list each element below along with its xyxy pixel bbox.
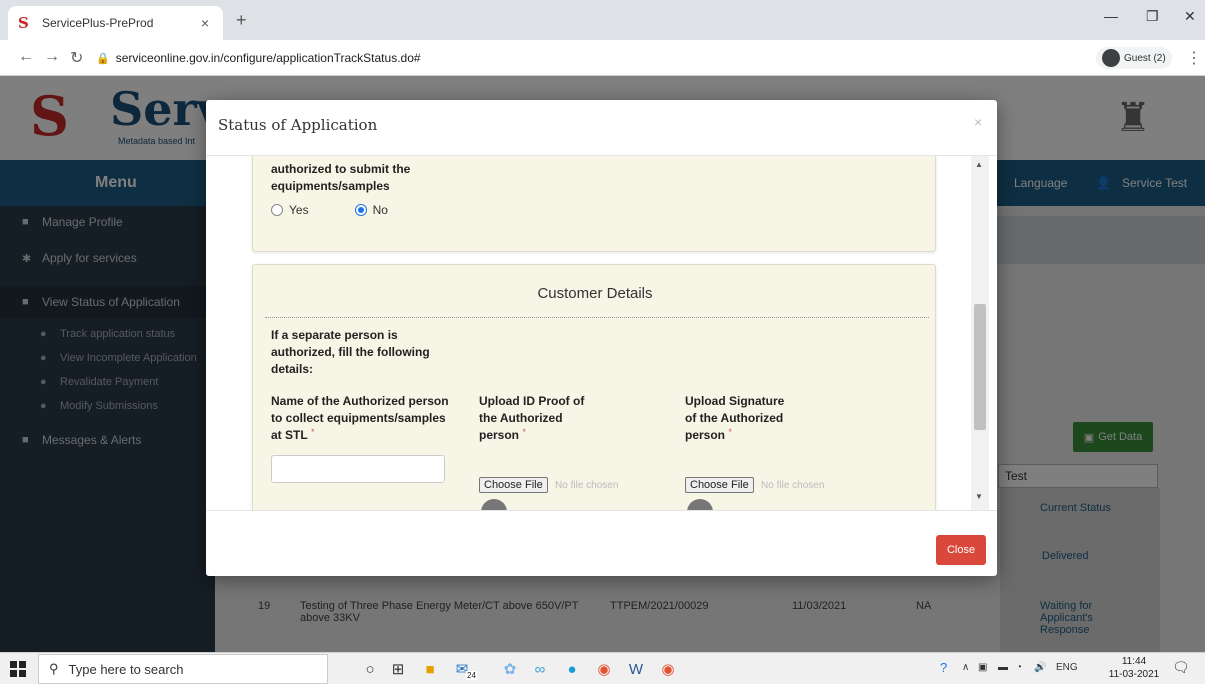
- help-icon[interactable]: ?: [940, 660, 947, 675]
- scroll-up-icon[interactable]: ▲: [975, 160, 983, 169]
- radio-yes[interactable]: [271, 204, 283, 216]
- chrome-icon[interactable]: ◉: [594, 659, 614, 679]
- lock-icon: 🔒: [96, 52, 110, 65]
- id-proof-upload: Choose File No file chosen: [479, 477, 618, 493]
- customer-details-title: Customer Details: [537, 285, 653, 302]
- mail-badge: 24: [466, 671, 477, 680]
- link-icon[interactable]: ∞: [530, 659, 550, 679]
- clock-time: 11:44: [1121, 656, 1147, 667]
- signature-label: Upload Signature of the Authorized perso…: [685, 394, 785, 442]
- language-indicator[interactable]: ENG: [1056, 662, 1078, 673]
- new-tab-button[interactable]: +: [236, 10, 247, 31]
- taskbar-search[interactable]: ⚲ Type here to search: [38, 654, 328, 684]
- scroll-thumb[interactable]: [974, 304, 986, 430]
- required-mark: *: [311, 427, 315, 437]
- cortana-icon[interactable]: ○: [360, 659, 380, 679]
- browser-tab[interactable]: S ServicePlus-PreProd ×: [8, 6, 223, 40]
- authorization-card: authorized to submit the equipments/samp…: [252, 156, 936, 252]
- customer-details-card: Customer Details If a separate person is…: [252, 264, 936, 510]
- word-icon[interactable]: W: [626, 659, 646, 679]
- forward-icon[interactable]: →: [44, 48, 60, 66]
- id-proof-preview-icon: [481, 499, 507, 510]
- required-mark: *: [728, 427, 732, 437]
- chrome-active-icon[interactable]: ◉: [658, 659, 678, 679]
- guest-label: Guest (2): [1124, 52, 1166, 64]
- signature-preview-icon: [687, 499, 713, 510]
- page-background: S Serv Metadata based Int ♜ Menu Languag…: [0, 76, 1205, 652]
- radio-yes-label: Yes: [289, 203, 309, 217]
- clock[interactable]: 11:44 11-03-2021: [1108, 655, 1160, 681]
- monitor-icon[interactable]: ▣: [978, 662, 987, 673]
- radio-no[interactable]: [354, 204, 367, 216]
- required-mark: *: [522, 427, 526, 437]
- signature-no-file: No file chosen: [761, 480, 825, 491]
- windows-start-icon[interactable]: [10, 661, 26, 677]
- wifi-icon[interactable]: ◔: [1016, 662, 1022, 673]
- modal-scrollbar[interactable]: ▲ ▼: [971, 156, 989, 510]
- authorized-name-input[interactable]: [271, 455, 445, 483]
- intro-text: If a separate person is authorized, fill…: [271, 328, 430, 376]
- store-icon[interactable]: ✿: [500, 659, 520, 679]
- modal-header: Status of Application ×: [206, 100, 997, 156]
- maximize-icon[interactable]: ❐: [1146, 8, 1159, 25]
- search-placeholder: Type here to search: [68, 661, 184, 677]
- reload-icon[interactable]: ↻: [70, 48, 83, 68]
- id-proof-label: Upload ID Proof of the Authorized person…: [479, 394, 585, 442]
- edge-icon[interactable]: ●: [562, 659, 582, 679]
- tab-title: ServicePlus-PreProd: [42, 16, 154, 30]
- url-field[interactable]: 🔒 serviceonline.gov.in/configure/applica…: [96, 45, 1086, 71]
- guest-avatar-icon: [1102, 49, 1120, 67]
- volume-icon[interactable]: 🔊: [1034, 662, 1046, 673]
- show-hidden-icons[interactable]: ∧: [962, 662, 969, 673]
- guest-profile-button[interactable]: Guest (2): [1096, 47, 1172, 69]
- scroll-down-icon[interactable]: ▼: [975, 492, 983, 501]
- more-menu-icon[interactable]: ⋮: [1186, 48, 1202, 68]
- serviceplus-favicon-icon: S: [18, 14, 29, 32]
- minimize-icon[interactable]: —: [1104, 8, 1118, 24]
- tab-close-icon[interactable]: ×: [197, 15, 213, 31]
- close-button[interactable]: Close: [936, 535, 986, 565]
- battery-icon[interactable]: ▬: [998, 662, 1008, 673]
- clock-date: 11-03-2021: [1108, 669, 1160, 680]
- status-modal: Status of Application × authorized to su…: [206, 100, 997, 576]
- authorized-question-label: authorized to submit the equipments/samp…: [271, 162, 411, 193]
- section-divider: [265, 317, 929, 318]
- taskbar: ⚲ Type here to search ○ ⊞ ■ ✉ 24 ✿ ∞ ● ◉…: [0, 652, 1205, 684]
- modal-footer: Close: [206, 510, 997, 576]
- notifications-icon[interactable]: 🗨: [1172, 659, 1190, 676]
- browser-tab-bar: S ServicePlus-PreProd × + — ❐ ✕: [0, 0, 1205, 40]
- file-explorer-icon[interactable]: ■: [420, 659, 440, 679]
- id-proof-no-file: No file chosen: [555, 480, 619, 491]
- modal-title: Status of Application: [218, 116, 378, 134]
- modal-body[interactable]: authorized to submit the equipments/samp…: [206, 156, 997, 510]
- id-proof-choose-file-button[interactable]: Choose File: [479, 477, 548, 493]
- signature-choose-file-button[interactable]: Choose File: [685, 477, 754, 493]
- address-bar: ← → ↻ 🔒 serviceonline.gov.in/configure/a…: [0, 40, 1205, 76]
- name-field-label: Name of the Authorized person to collect…: [271, 394, 449, 442]
- back-icon[interactable]: ←: [18, 48, 34, 66]
- modal-close-icon[interactable]: ×: [974, 114, 982, 130]
- signature-upload: Choose File No file chosen: [685, 477, 824, 493]
- window-close-icon[interactable]: ✕: [1184, 8, 1196, 25]
- authorized-radio-group: Yes No: [271, 203, 388, 217]
- radio-no-label: No: [372, 203, 388, 217]
- task-view-icon[interactable]: ⊞: [388, 659, 408, 679]
- search-icon: ⚲: [49, 661, 59, 676]
- url-text: serviceonline.gov.in/configure/applicati…: [115, 51, 421, 65]
